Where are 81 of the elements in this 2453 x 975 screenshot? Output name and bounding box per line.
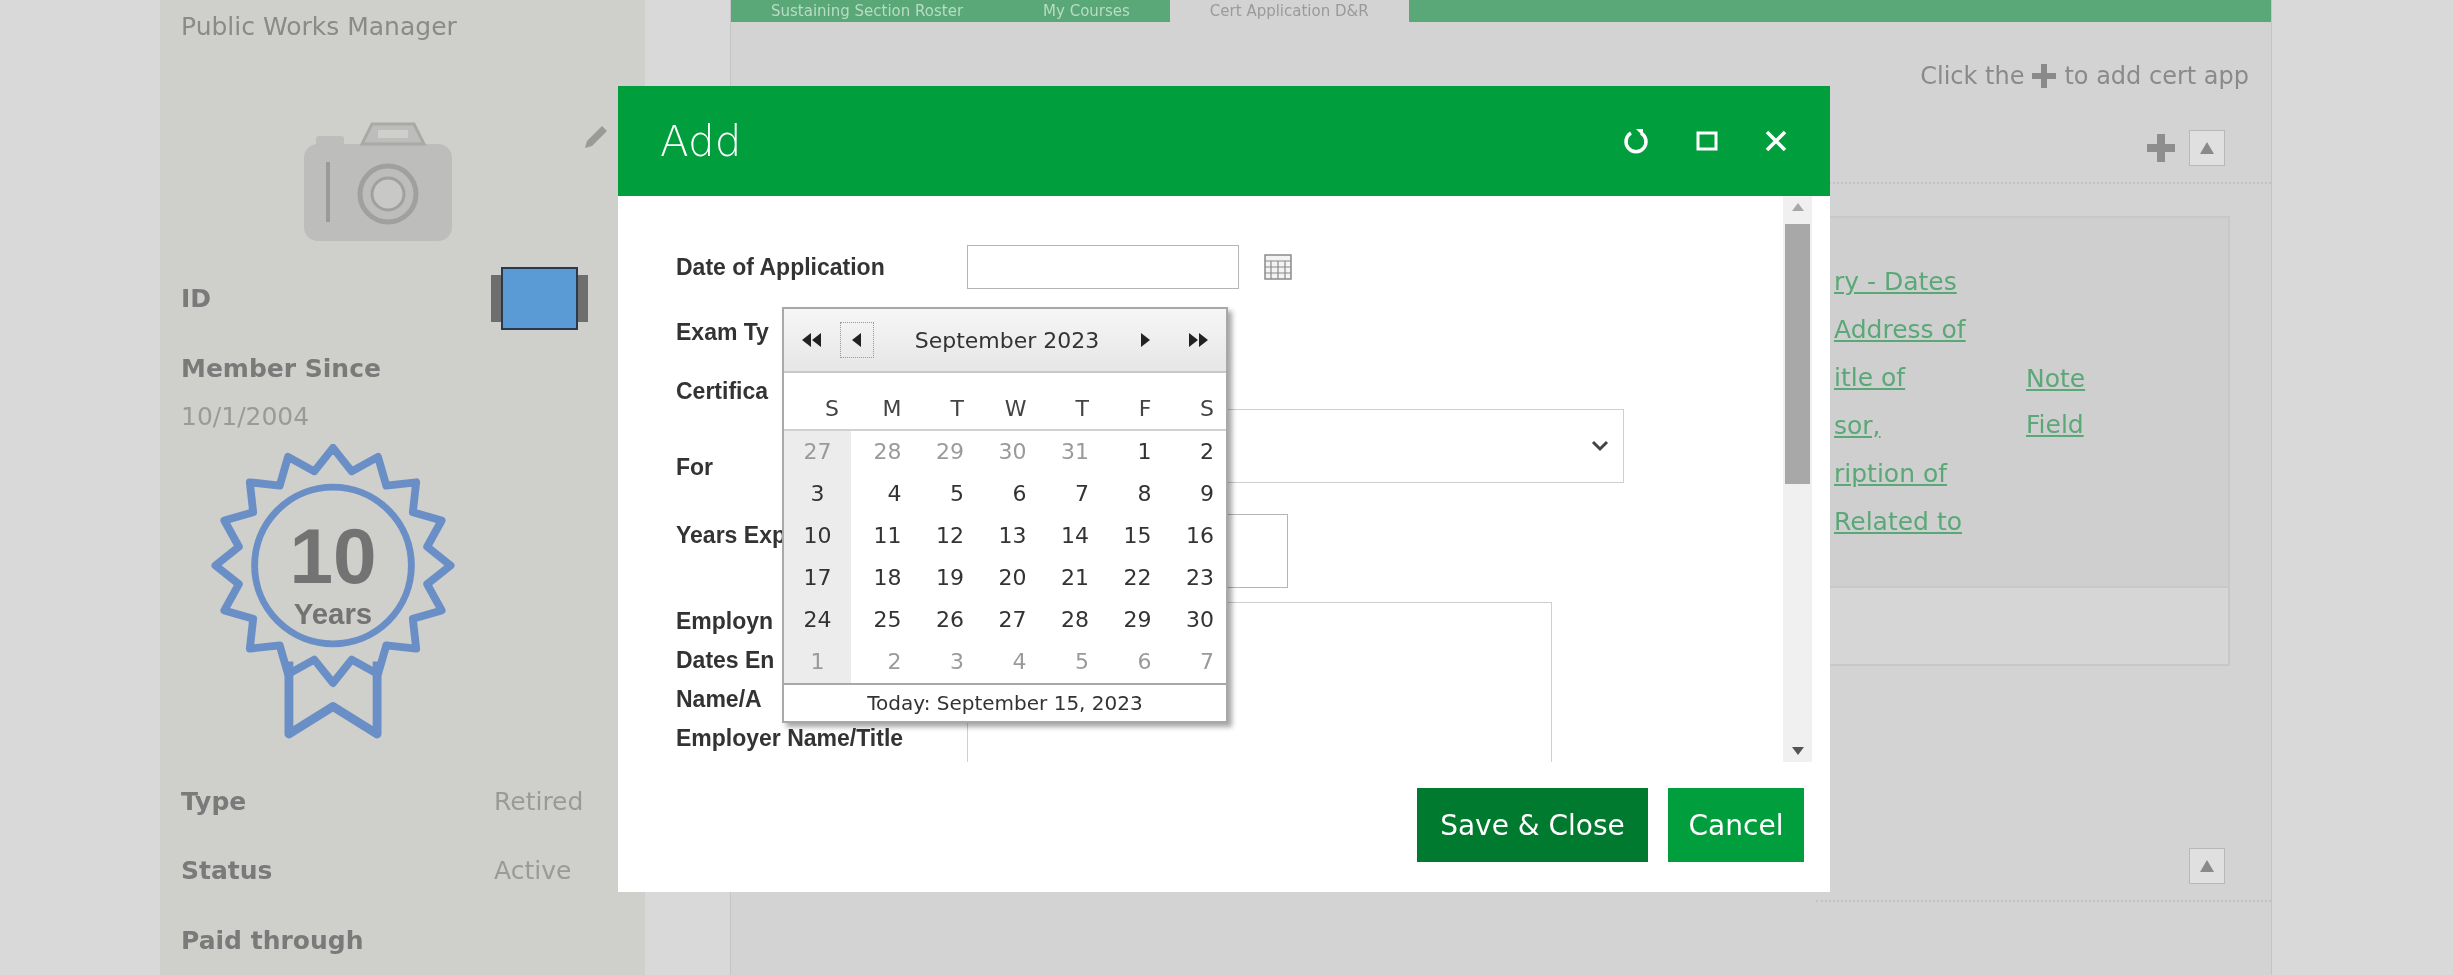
calendar-day[interactable]: 9 xyxy=(1163,473,1226,515)
scrollbar[interactable] xyxy=(1783,196,1812,762)
dialog-button[interactable]: Save & Close xyxy=(1417,788,1648,862)
calendar-day[interactable]: 17 xyxy=(784,557,851,599)
form-label: Date of Application xyxy=(676,253,885,282)
double-right-icon[interactable] xyxy=(1188,333,1208,347)
weekday-label: T xyxy=(1074,396,1090,423)
field-label: Type xyxy=(181,786,248,816)
calendar-day[interactable]: 20 xyxy=(976,557,1039,599)
calendar-day[interactable]: 5 xyxy=(913,473,976,515)
month-title[interactable]: September 2023 xyxy=(892,327,1122,353)
calendar-day[interactable]: 30 xyxy=(1163,599,1226,641)
calendar-day[interactable]: 27 xyxy=(976,599,1039,641)
calendar-day[interactable]: 2 xyxy=(1163,431,1226,473)
calendar-day[interactable]: 1 xyxy=(1101,431,1164,473)
weekday-label: T xyxy=(949,396,965,423)
calendar-day[interactable]: 21 xyxy=(1038,557,1101,599)
calendar-day[interactable]: 24 xyxy=(784,599,851,641)
weekday-label: S xyxy=(824,396,840,423)
calendar-day[interactable]: 15 xyxy=(1101,515,1164,557)
calendar-day[interactable]: 8 xyxy=(1101,473,1164,515)
camera-icon xyxy=(302,122,454,243)
calendar-day[interactable]: 13 xyxy=(976,515,1039,557)
calendar-day[interactable]: 16 xyxy=(1163,515,1226,557)
dialog-title: Add xyxy=(660,116,742,166)
scroll-thumb[interactable] xyxy=(1785,224,1810,484)
calendar-day[interactable]: 10 xyxy=(784,515,851,557)
hint-text: to add cert app xyxy=(2064,62,2249,90)
maximize-icon[interactable] xyxy=(1696,130,1718,152)
calendar-day[interactable]: 29 xyxy=(1101,599,1164,641)
date-input[interactable] xyxy=(967,245,1239,289)
calendar-day[interactable]: 28 xyxy=(1038,599,1101,641)
award-ribbon-icon xyxy=(211,443,455,738)
form-label: Exam Ty xyxy=(676,318,769,347)
calendar-day[interactable]: 19 xyxy=(913,557,976,599)
dialog-button[interactable]: Cancel xyxy=(1668,788,1804,862)
collapse-button[interactable] xyxy=(2189,848,2225,884)
calendar-icon[interactable] xyxy=(1264,254,1292,280)
right-triangle-icon[interactable] xyxy=(1140,333,1150,347)
left-triangle-icon xyxy=(852,333,862,347)
calendar-day[interactable]: 18 xyxy=(851,557,914,599)
field-label: Member Since xyxy=(181,352,382,385)
scroll-down-icon[interactable] xyxy=(1790,746,1805,756)
previous-month-button[interactable] xyxy=(840,322,874,358)
up-triangle-icon xyxy=(2200,142,2214,154)
form-label: Employer Name/Title xyxy=(676,724,904,753)
collapse-button[interactable] xyxy=(2189,130,2225,166)
calendar-day[interactable]: 23 xyxy=(1163,557,1226,599)
weekday-label: M xyxy=(881,396,903,423)
weekday-label: W xyxy=(1003,396,1028,423)
refresh-icon[interactable] xyxy=(1622,127,1650,155)
today-link[interactable]: Today: September 15, 2023 xyxy=(784,683,1226,721)
close-icon[interactable] xyxy=(1764,129,1788,153)
add-icon[interactable] xyxy=(2147,134,2175,162)
weekday-label: S xyxy=(1199,396,1215,423)
form-label: For xyxy=(676,453,714,482)
calendar-day[interactable]: 22 xyxy=(1101,557,1164,599)
field-label: Paid through xyxy=(181,925,365,955)
field-label: Status xyxy=(181,856,274,886)
calendar-day[interactable]: 4 xyxy=(851,473,914,515)
plus-icon xyxy=(2032,64,2057,88)
up-triangle-icon xyxy=(2200,860,2214,872)
calendar-day[interactable]: 11 xyxy=(851,515,914,557)
calendar-day[interactable]: 6 xyxy=(976,473,1039,515)
calendar-day[interactable]: 12 xyxy=(913,515,976,557)
calendar-day[interactable]: 7 xyxy=(1038,473,1101,515)
chevron-down-icon xyxy=(1591,440,1609,452)
calendar-day[interactable]: 25 xyxy=(851,599,914,641)
field-label: ID xyxy=(181,283,212,313)
hint-text: Click the xyxy=(1920,62,2025,90)
calendar-day[interactable]: 14 xyxy=(1038,515,1101,557)
form-label: Dates En xyxy=(676,646,775,675)
weekday-label: F xyxy=(1137,396,1153,423)
form-label: Employn xyxy=(676,607,774,636)
double-left-icon[interactable] xyxy=(802,333,822,347)
job-title: Public Works Manager xyxy=(181,11,458,43)
form-label: Name/A xyxy=(676,685,762,714)
calendar-day[interactable]: 26 xyxy=(913,599,976,641)
calendar-day[interactable]: 3 xyxy=(784,473,851,515)
form-label: Certifica xyxy=(676,377,769,406)
scroll-up-icon[interactable] xyxy=(1790,202,1805,212)
